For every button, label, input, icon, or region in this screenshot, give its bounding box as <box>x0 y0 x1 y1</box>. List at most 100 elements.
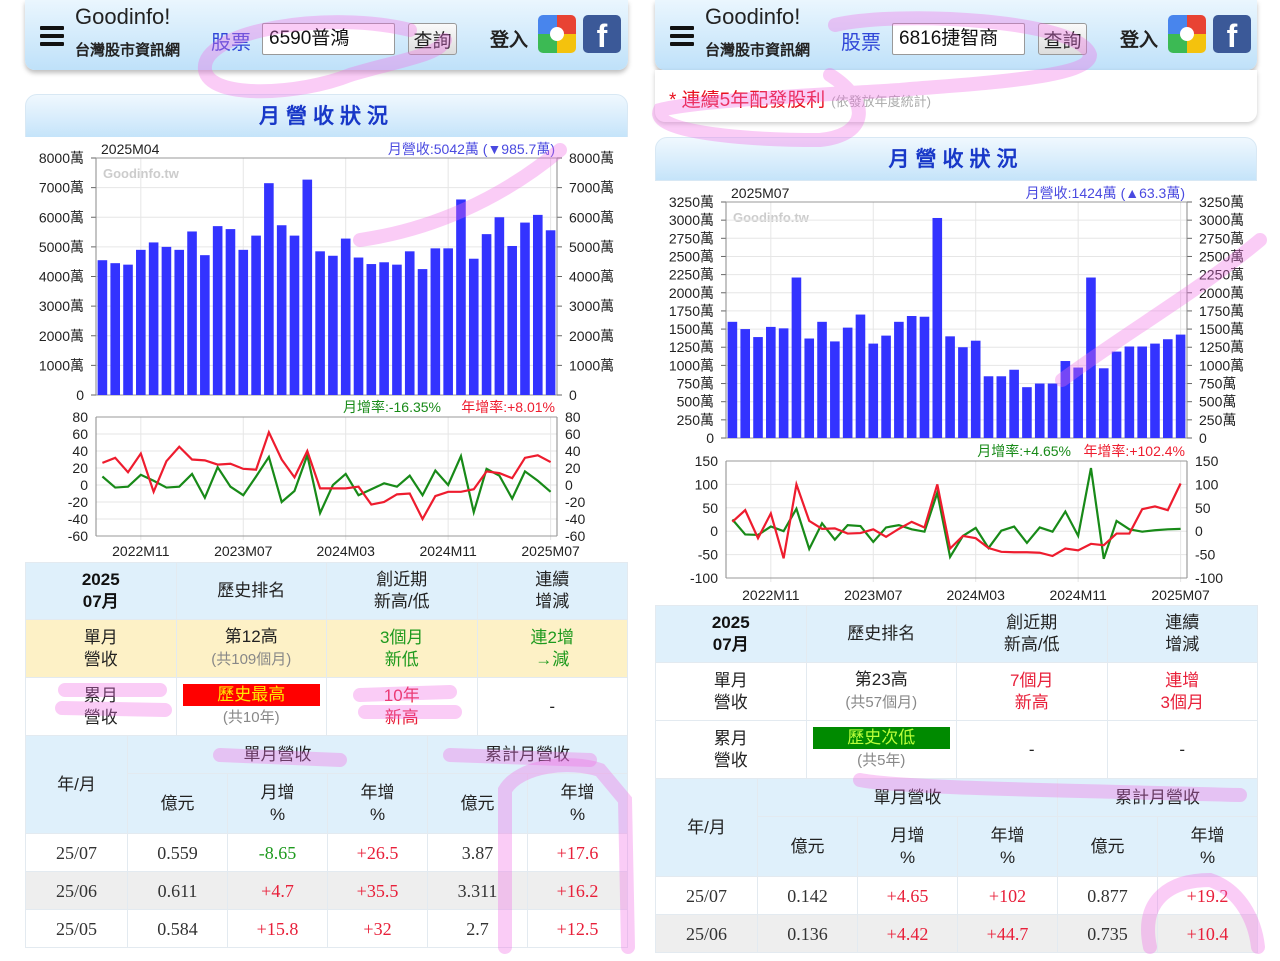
revenue-bar <box>481 234 492 395</box>
summary-header-row: 2025 07月 歷史排名 創近期 新高/低 連續 增減 <box>25 562 628 620</box>
hamburger-menu-icon[interactable] <box>40 26 64 46</box>
login-label[interactable]: 登入 <box>490 25 528 52</box>
y-tick-label-left: 0 <box>710 523 718 539</box>
y-tick-label-left: 5000萬 <box>39 239 84 255</box>
stock-search-input[interactable]: 6590普鴻 <box>262 23 395 55</box>
cell-yoy: +35.5 <box>327 871 428 910</box>
revenue-bar <box>225 229 236 395</box>
revenue-bar <box>1034 383 1045 438</box>
cell-amount: 0.559 <box>127 833 228 872</box>
revenue-bar <box>136 249 146 395</box>
cell-cum-amount: 2.7 <box>427 909 528 948</box>
google-login-icon[interactable] <box>1168 15 1206 53</box>
y-tick-label-left: 0 <box>76 387 84 403</box>
query-button[interactable]: 查詢 <box>408 23 457 55</box>
cell-cum-yoy: +12.5 <box>527 909 628 948</box>
y-tick-label-left: 100 <box>695 476 719 492</box>
stock-label: 股票 <box>841 32 881 54</box>
revenue-bar <box>174 249 185 395</box>
revenue-bar <box>1162 339 1173 438</box>
login-label[interactable]: 登入 <box>1120 25 1158 52</box>
y-tick-label-left: 4000萬 <box>39 269 84 285</box>
revenue-bar <box>1022 387 1032 438</box>
revenue-bar <box>894 321 904 438</box>
revenue-summary-table: 2025 07月 歷史排名 創近期 新高/低 連續 增減 單月 營收 第23高 (… <box>655 605 1258 779</box>
revenue-bar <box>430 248 441 395</box>
revenue-bar <box>340 238 351 395</box>
y-tick-label-left: 2500萬 <box>669 248 714 264</box>
y-tick-label-right: 2500萬 <box>1199 248 1244 264</box>
y-tick-label-left: 2750萬 <box>669 230 714 246</box>
revenue-bar <box>804 338 815 438</box>
revenue-bar <box>842 327 853 438</box>
stock-label: 股票 <box>211 32 251 54</box>
y-tick-label-right: 500萬 <box>1199 394 1236 410</box>
y-tick-label-left: 1000萬 <box>669 357 714 373</box>
revenue-bar <box>110 263 121 395</box>
revenue-bar <box>996 376 1007 438</box>
revenue-chart[interactable]: 2025M04 月營收:5042萬 (▼985.7萬) Goodinfo.tw … <box>25 137 628 561</box>
section-title: 月營收狀況 <box>25 94 628 138</box>
table-row: 25/06 0.136 +4.42 +44.7 0.735 +10.4 <box>655 914 1258 953</box>
cell-mom: +15.8 <box>227 909 328 948</box>
revenue-bar <box>1047 383 1058 438</box>
revenue-bar <box>404 251 415 395</box>
monthly-revenue-table: 年/月 單月營收 累計月營收 億元 月增 % 年增 % 億元 年增 % 25/0… <box>25 735 628 948</box>
revenue-annotation: 月營收:5042萬 (▼985.7萬) <box>388 141 555 157</box>
logo-subtitle[interactable]: 台灣股市資訊網 <box>705 39 810 60</box>
recent-high-low: 10年 新高 <box>326 677 478 736</box>
google-login-icon[interactable] <box>538 15 576 53</box>
table-row: 25/06 0.611 +4.7 +35.5 3.311 +16.2 <box>25 871 628 910</box>
logo-text[interactable]: Goodinfo! <box>705 6 800 24</box>
col-yoy: 年增 % <box>957 816 1058 877</box>
mom-line <box>731 467 1181 560</box>
query-button[interactable]: 查詢 <box>1038 23 1087 55</box>
y-tick-label-left: 3000萬 <box>669 212 714 228</box>
monthly-revenue-table: 年/月 單月營收 累計月營收 億元 月增 % 年增 % 億元 年增 % 25/0… <box>655 778 1258 953</box>
cell-mom: -8.65 <box>227 833 328 872</box>
logo-text[interactable]: Goodinfo! <box>75 6 170 24</box>
cell-yoy: +32 <box>327 909 428 948</box>
revenue-bar <box>456 199 466 395</box>
y-tick-label-left: 1750萬 <box>669 303 714 319</box>
y-tick-label-right: 6000萬 <box>569 209 614 225</box>
rank-cell: 第23高 (共57個月) <box>805 662 957 721</box>
y-tick-label-right: 80 <box>565 409 581 425</box>
y-tick-label-left: 1500萬 <box>669 321 714 337</box>
x-tick-label: 2025M07 <box>1151 587 1210 603</box>
facebook-login-icon[interactable]: f <box>583 15 621 54</box>
revenue-bar <box>817 321 827 438</box>
y-tick-label-left: 500萬 <box>677 394 714 410</box>
revenue-chart[interactable]: 2025M07 月營收:1424萬 (▲63.3萬) Goodinfo.tw 月… <box>655 181 1258 605</box>
stock-search-input[interactable]: 6816捷智商 <box>892 23 1025 55</box>
mom-legend: 月增率:+4.65% <box>977 443 1071 459</box>
revenue-bar <box>983 376 994 438</box>
summary-header-streak: 連續 增減 <box>476 562 628 620</box>
y-tick-label-right: 3000萬 <box>569 298 614 314</box>
facebook-login-icon[interactable]: f <box>1213 15 1251 54</box>
y-tick-label-right: -60 <box>565 528 585 544</box>
streak: - <box>476 677 628 736</box>
summary-row-monthly: 單月 營收 第23高 (共57個月) 7個月 新高 連增 3個月 <box>655 662 1258 721</box>
hamburger-menu-icon[interactable] <box>670 26 694 46</box>
revenue-bar <box>315 251 325 395</box>
y-tick-label-left: 3000萬 <box>39 298 84 314</box>
y-tick-label-right: 1000萬 <box>569 357 614 373</box>
yoy-line <box>101 429 552 522</box>
y-tick-label-left: 150 <box>695 453 719 469</box>
revenue-bar <box>1060 361 1071 438</box>
left-phone-screenshot: Goodinfo! 台灣股市資訊網 股票 6590普鴻 查詢 登入 f 月營收狀… <box>25 0 628 961</box>
table-row: 25/07 0.142 +4.65 +102 0.877 +19.2 <box>655 876 1258 915</box>
site-header: Goodinfo! 台灣股市資訊網 股票 6816捷智商 查詢 登入 f <box>655 0 1257 70</box>
watermark: Goodinfo.tw <box>733 210 810 225</box>
revenue-bar <box>778 328 789 438</box>
revenue-bar <box>855 314 866 438</box>
hover-month-label: 2025M04 <box>101 141 160 157</box>
revenue-bar <box>1150 343 1160 438</box>
x-tick-label: 2024M11 <box>419 543 477 559</box>
y-tick-label-right: 2250萬 <box>1199 267 1244 283</box>
y-tick-label-right: -20 <box>565 494 585 510</box>
table-group-header: 年/月 單月營收 累計月營收 <box>655 778 1258 877</box>
logo-subtitle[interactable]: 台灣股市資訊網 <box>75 39 180 60</box>
cell-amount: 0.611 <box>127 871 228 910</box>
